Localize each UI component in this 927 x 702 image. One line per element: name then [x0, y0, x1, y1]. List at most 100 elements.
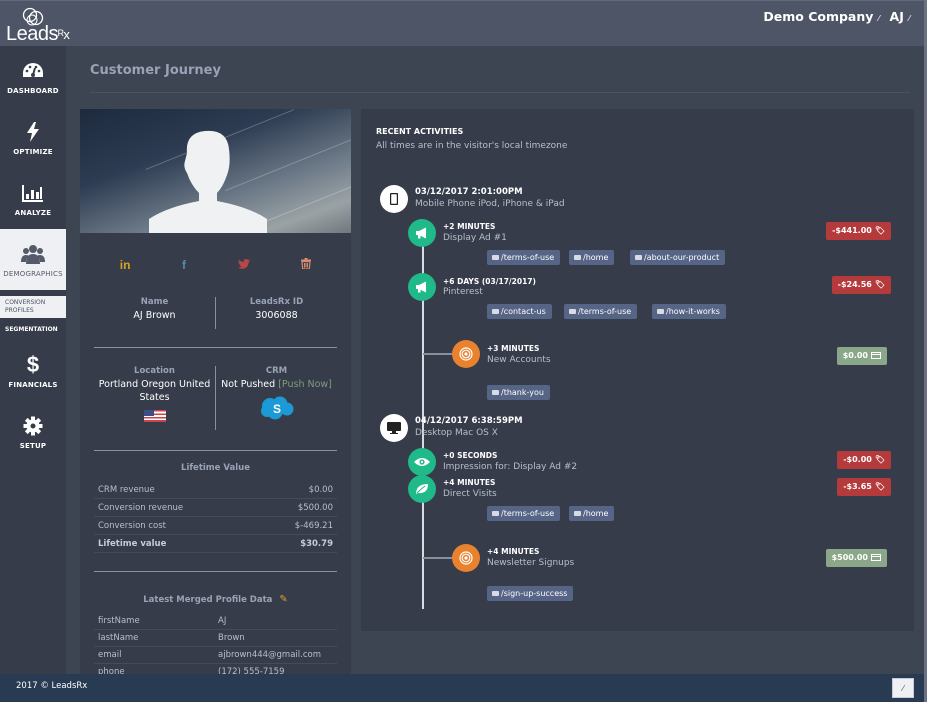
merged-profile-table: firstName AJ lastName Brown email ajbrown44…: [94, 613, 337, 674]
salesforce-cloud-icon[interactable]: S: [260, 396, 294, 420]
sidebar-item-label: ANALYZE: [14, 208, 52, 217]
cost-badge: -$441.00 🏷: [826, 222, 891, 240]
session-timestamp: 04/12/2017 6:38:59PM: [415, 416, 523, 426]
facebook-icon[interactable]: f: [182, 258, 186, 272]
row-value: $0.00: [308, 485, 333, 495]
session-device: Desktop Mac OS X: [415, 428, 498, 438]
page-tag[interactable]: /about-our-product: [630, 250, 726, 265]
row-value: $500.00: [297, 503, 333, 513]
cost-amount: -$3.65: [843, 482, 872, 491]
page-tag[interactable]: /terms-of-use: [487, 250, 561, 265]
logo-wordmark: Leadsᴿx: [6, 23, 70, 45]
sidebar-item-optimize[interactable]: OPTIMIZE: [0, 107, 66, 168]
folder-icon: [657, 309, 664, 314]
page-path: /about-our-product: [644, 253, 720, 262]
user-dropdown[interactable]: AJ ⁄: [890, 9, 910, 24]
crm-status: Not Pushed [Push Now]: [216, 378, 337, 391]
price-tag-icon: 🏷: [874, 455, 885, 464]
social-links: in f: [80, 255, 351, 275]
folder-icon: [635, 255, 642, 260]
row-label: Conversion revenue: [98, 503, 184, 513]
cost-amount: -$0.00: [843, 455, 872, 464]
page-tag[interactable]: /terms-of-use: [487, 506, 561, 521]
merged-profile-title-text: Latest Merged Profile Data: [143, 595, 273, 605]
target-icon: [452, 544, 480, 572]
folder-icon: [569, 309, 576, 314]
sidebar-item-financials[interactable]: $ FINANCIALS: [0, 340, 66, 401]
page-tag[interactable]: /home: [569, 506, 615, 521]
folder-icon: [492, 591, 499, 596]
svg-text:S: S: [272, 402, 280, 416]
bar-chart-icon: [22, 181, 44, 205]
linkedin-icon[interactable]: in: [120, 258, 131, 272]
push-now-link[interactable]: [Push Now]: [278, 379, 332, 390]
title-divider: [90, 92, 910, 93]
event-offset: +4 MINUTES: [443, 478, 496, 487]
sidebar-item-label: OPTIMIZE: [13, 147, 53, 156]
main-content: Customer Journey in f Name AJ Brown Lead…: [66, 46, 924, 674]
twitter-icon[interactable]: [237, 258, 250, 272]
event-offset: +3 MINUTES: [487, 344, 540, 353]
row-value: $-469.21: [294, 521, 333, 531]
sidebar-item-label: DEMOGRAPHICS: [3, 269, 63, 278]
profile-cover-image: [80, 109, 351, 233]
megaphone-icon: [408, 273, 436, 301]
sidebar-item-dashboard[interactable]: DASHBOARD: [0, 46, 66, 107]
edit-toggle-button[interactable]: ⁄: [892, 678, 914, 698]
leadsrx-logo[interactable]: Leadsᴿx: [6, 5, 72, 45]
table-row: lastName Brown: [94, 630, 337, 647]
folder-icon: [492, 390, 499, 395]
table-row: CRM revenue $0.00: [94, 481, 337, 499]
revenue-amount: $500.00: [831, 553, 868, 562]
row-key: phone: [98, 667, 125, 674]
company-name: Demo Company: [763, 9, 874, 24]
crm-status-value: Not Pushed: [221, 379, 276, 390]
sidebar-item-analyze[interactable]: ANALYZE: [0, 168, 66, 229]
row-key: lastName: [98, 633, 139, 643]
page-path: /terms-of-use: [578, 307, 632, 316]
page-tag[interactable]: /contact-us: [487, 304, 552, 319]
lifetime-value-table: CRM revenue $0.00 Conversion revenue $500.…: [94, 481, 337, 553]
trash-icon[interactable]: [301, 258, 312, 272]
page-tag[interactable]: /sign-up-success: [487, 586, 574, 601]
row-value: Brown: [218, 633, 245, 643]
folder-icon: [574, 511, 581, 516]
sidebar-subitem-conversion-profiles[interactable]: CONVERSION PROFILES: [0, 296, 66, 318]
event-offset: +6 DAYS (03/17/2017): [443, 277, 536, 286]
folder-icon: [574, 255, 581, 260]
cost-amount: -$441.00: [832, 226, 872, 235]
lifetime-value-title: Lifetime Value: [181, 463, 250, 473]
page-tag[interactable]: /how-it-works: [652, 304, 726, 319]
company-dropdown[interactable]: Demo Company ⁄: [763, 9, 879, 24]
sidebar-subitem-segmentation[interactable]: SEGMENTATION: [0, 318, 66, 340]
revenue-badge: $500.00: [825, 549, 887, 567]
section-divider: [94, 571, 337, 572]
page-path: /thank-you: [501, 388, 544, 397]
footer: 2017 © LeadsRx ⁄: [0, 674, 924, 702]
page-tag[interactable]: /thank-you: [487, 385, 550, 400]
page-tag[interactable]: /home: [569, 250, 615, 265]
lightning-bolt-icon: [26, 120, 40, 144]
megaphone-icon: [408, 219, 436, 247]
page-path: /home: [583, 509, 609, 518]
sidebar-item-setup[interactable]: SETUP: [0, 401, 66, 462]
page-title: Customer Journey: [90, 63, 221, 78]
price-tag-icon: 🏷: [874, 280, 885, 289]
page-tag[interactable]: /terms-of-use: [564, 304, 638, 319]
leadsrx-id-value: 3006088: [255, 310, 298, 321]
event-name: Direct Visits: [443, 489, 497, 499]
pencil-edit-icon[interactable]: ✎: [279, 594, 287, 605]
row-label: Lifetime value: [98, 539, 167, 549]
pencil-icon: ⁄: [902, 683, 904, 693]
row-label: CRM revenue: [98, 485, 155, 495]
sidebar: DASHBOARD OPTIMIZE ANALYZE DEMOGRAPHICS …: [0, 46, 74, 674]
profile-panel: in f Name AJ Brown LeadsRx ID 3006088 Lo…: [80, 109, 351, 674]
row-value: $30.79: [300, 539, 333, 549]
page-path: /terms-of-use: [501, 253, 555, 262]
sidebar-item-demographics[interactable]: DEMOGRAPHICS: [0, 229, 74, 290]
row-value: AJ: [218, 616, 227, 626]
timeline-branch: [423, 353, 453, 355]
session-device: Mobile Phone iPod, iPhone & iPad: [415, 199, 565, 209]
mobile-phone-icon: [380, 185, 408, 213]
crm-label: CRM: [265, 366, 288, 376]
